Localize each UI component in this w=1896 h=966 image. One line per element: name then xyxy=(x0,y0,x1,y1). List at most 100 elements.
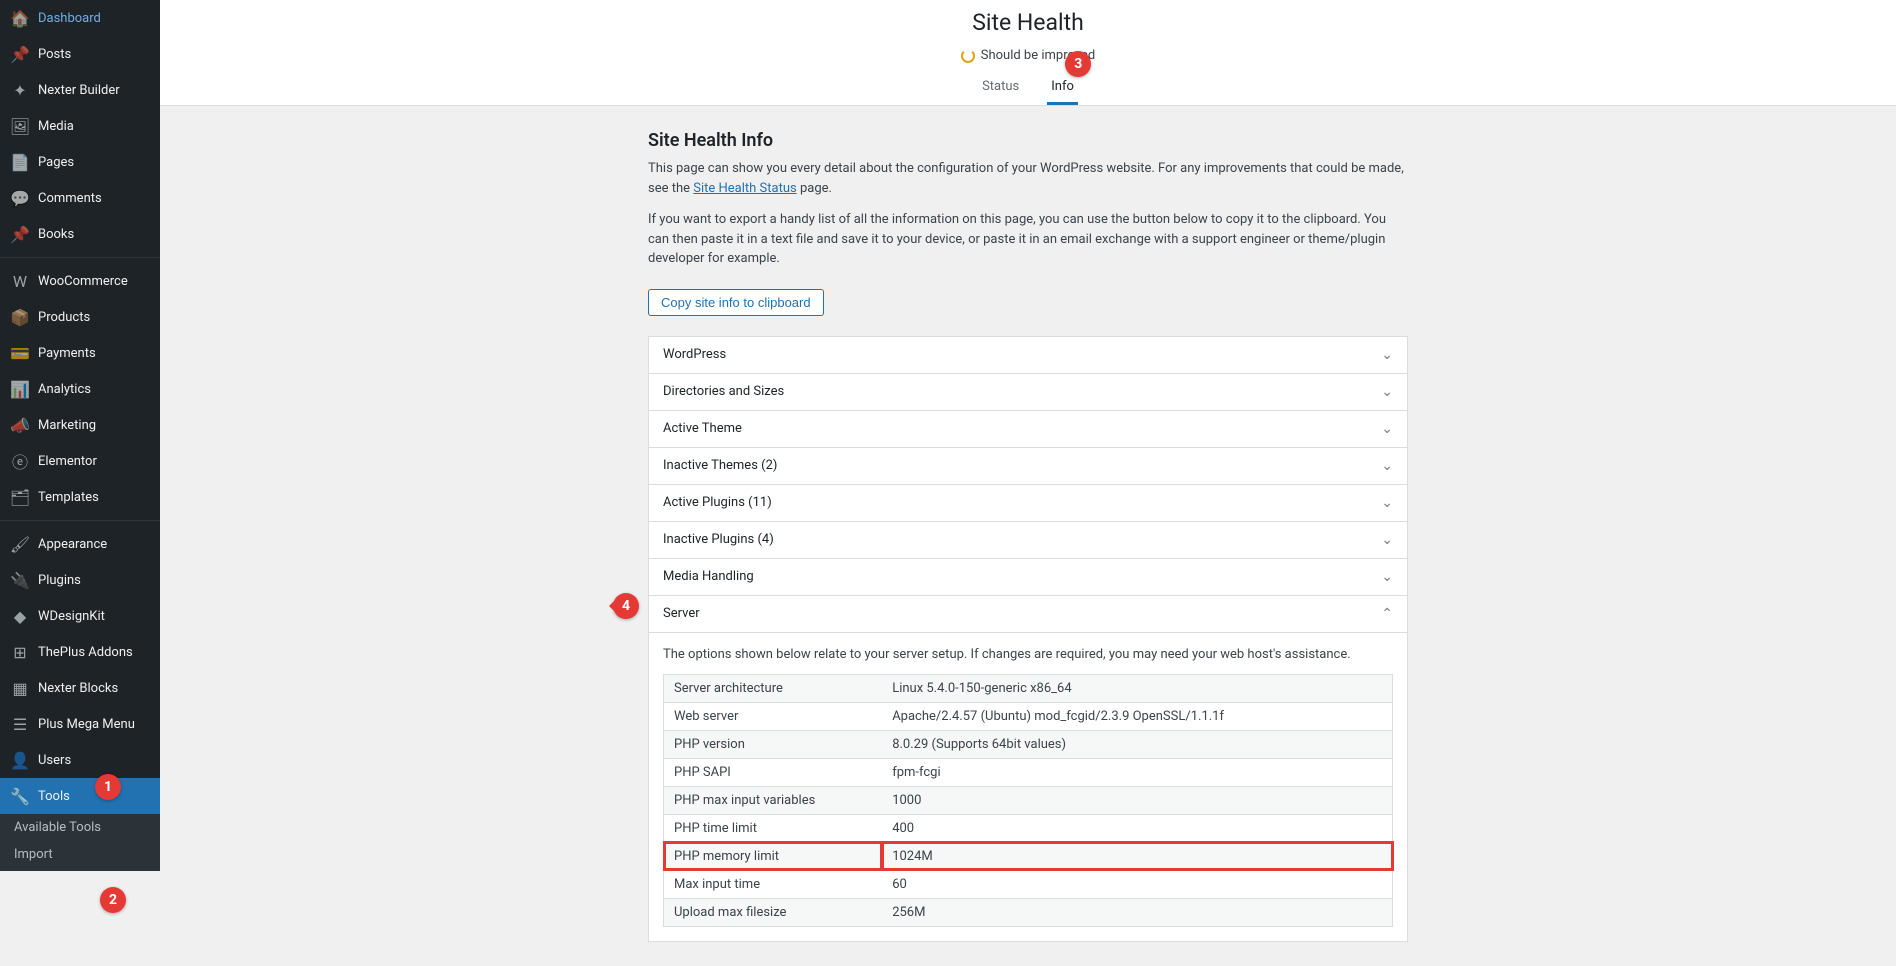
sidebar-item-posts[interactable]: 📌Posts xyxy=(0,36,160,72)
sidebar-item-users[interactable]: 👤Users xyxy=(0,742,160,778)
row-key: Upload max filesize xyxy=(664,898,883,926)
sidebar-item-label: Payments xyxy=(38,346,96,361)
accordion-inactive-themes-2-: Inactive Themes (2)⌄ xyxy=(649,448,1407,485)
tab-status[interactable]: Status xyxy=(978,71,1023,105)
info-heading: Site Health Info xyxy=(648,130,1408,151)
row-value: 400 xyxy=(882,814,1392,842)
submenu-item-import[interactable]: Import xyxy=(0,841,160,868)
chevron-down-icon: ⌄ xyxy=(1381,495,1393,511)
annotation-callout-4: 4 xyxy=(613,593,639,619)
books-icon: 📌 xyxy=(10,224,30,244)
sidebar-item-analytics[interactable]: 📊Analytics xyxy=(0,371,160,407)
row-key: PHP time limit xyxy=(664,814,883,842)
accordion-active-theme: Active Theme ⌄ xyxy=(649,411,1407,448)
chevron-down-icon: ⌄ xyxy=(1381,421,1393,437)
page-title: Site Health xyxy=(160,5,1896,44)
row-key: Server architecture xyxy=(664,674,883,702)
accordion-header[interactable]: Active Theme ⌄ xyxy=(649,411,1407,447)
accordion-label: Active Theme xyxy=(663,421,742,436)
sidebar-item-marketing[interactable]: 📣Marketing xyxy=(0,407,160,443)
pages-icon: 📄 xyxy=(10,152,30,172)
server-description: The options shown below relate to your s… xyxy=(663,647,1393,662)
sidebar-item-label: Templates xyxy=(38,490,99,505)
row-key: PHP memory limit xyxy=(664,842,883,870)
sidebar-item-label: Books xyxy=(38,227,74,242)
sidebar-item-nexter-blocks[interactable]: ▦Nexter Blocks xyxy=(0,670,160,706)
accordion-label: WordPress xyxy=(663,347,726,362)
row-key: PHP SAPI xyxy=(664,758,883,786)
sidebar-item-label: Appearance xyxy=(38,537,107,552)
accordion-header[interactable]: Inactive Themes (2)⌄ xyxy=(649,448,1407,484)
accordion-header[interactable]: WordPress ⌄ xyxy=(649,337,1407,373)
accordion-header[interactable]: Directories and Sizes⌄ xyxy=(649,374,1407,410)
sidebar-item-wdesignkit[interactable]: ◆WDesignKit xyxy=(0,598,160,634)
chevron-down-icon: ⌄ xyxy=(1381,347,1393,363)
submenu-item-available-tools[interactable]: Available Tools xyxy=(0,814,160,841)
site-health-header: Site Health Should be improved Status In… xyxy=(160,0,1896,106)
table-row: PHP SAPIfpm-fcgi xyxy=(664,758,1393,786)
nexter-blocks-icon: ▦ xyxy=(10,678,30,698)
admin-sidebar: 🏠Dashboard📌Posts✦Nexter Builder 🖼 Media 📄 Pa… xyxy=(0,0,160,871)
media-icon: 🖼 xyxy=(10,116,30,136)
sidebar-item-books[interactable]: 📌 Books xyxy=(0,216,160,252)
accordion-body-server: The options shown below relate to your s… xyxy=(649,632,1407,941)
sidebar-item-payments[interactable]: 💳Payments xyxy=(0,335,160,371)
accordion-header[interactable]: Inactive Plugins (4)⌄ xyxy=(649,522,1407,558)
elementor-icon: ⓔ xyxy=(10,451,30,471)
server-info-table: Server architectureLinux 5.4.0-150-gener… xyxy=(663,674,1393,927)
sidebar-item-label: Pages xyxy=(38,155,74,170)
row-key: Max input time xyxy=(664,870,883,898)
sidebar-item-label: Marketing xyxy=(38,418,96,433)
accordion-header[interactable]: Media Handling⌄ xyxy=(649,559,1407,595)
copy-site-info-button[interactable]: Copy site info to clipboard xyxy=(648,289,824,316)
health-tabs: Status Info xyxy=(160,71,1896,105)
sidebar-item-dashboard[interactable]: 🏠Dashboard xyxy=(0,0,160,36)
sidebar-item-appearance[interactable]: 🖌 Appearance xyxy=(0,526,160,562)
plus-mega-menu-icon: ☰ xyxy=(10,714,30,734)
accordion-active-plugins-11-: Active Plugins (11) ⌄ xyxy=(649,485,1407,522)
sidebar-item-label: Tools xyxy=(38,789,70,804)
sidebar-item-woocommerce[interactable]: WWooCommerce xyxy=(0,263,160,299)
accordion-label: Active Plugins (11) xyxy=(663,495,772,510)
chevron-down-icon: ⌄ xyxy=(1381,532,1393,548)
table-row: Max input time60 xyxy=(664,870,1393,898)
sidebar-item-theplus-addons[interactable]: ⊞ThePlus Addons xyxy=(0,634,160,670)
chevron-down-icon: ⌄ xyxy=(1381,569,1393,585)
accordion-label: Server xyxy=(663,606,700,621)
chevron-down-icon: ⌄ xyxy=(1381,384,1393,400)
appearance-icon: 🖌 xyxy=(10,534,30,554)
info-para2: If you want to export a handy list of al… xyxy=(648,210,1408,269)
accordion-directories-and-sizes: Directories and Sizes⌄ xyxy=(649,374,1407,411)
accordion-header[interactable]: Active Plugins (11) ⌄ xyxy=(649,485,1407,521)
sidebar-item-label: WDesignKit xyxy=(38,609,105,624)
row-key: PHP max input variables xyxy=(664,786,883,814)
row-value: fpm-fcgi xyxy=(882,758,1392,786)
comments-icon: 💬 xyxy=(10,188,30,208)
site-health-status-link[interactable]: Site Health Status xyxy=(693,181,796,196)
annotation-callout-1: 1 xyxy=(95,774,121,800)
row-value: 8.0.29 (Supports 64bit values) xyxy=(882,730,1392,758)
sidebar-item-comments[interactable]: 💬Comments xyxy=(0,180,160,216)
row-value: Apache/2.4.57 (Ubuntu) mod_fcgid/2.3.9 O… xyxy=(882,702,1392,730)
sidebar-item-nexter-builder[interactable]: ✦Nexter Builder xyxy=(0,72,160,108)
sidebar-item-pages[interactable]: 📄 Pages xyxy=(0,144,160,180)
sidebar-item-label: Media xyxy=(38,119,74,134)
sidebar-item-plus-mega-menu[interactable]: ☰ Plus Mega Menu xyxy=(0,706,160,742)
users-icon: 👤 xyxy=(10,750,30,770)
sidebar-item-templates[interactable]: 🗂Templates xyxy=(0,479,160,515)
sidebar-item-label: Plus Mega Menu xyxy=(38,717,135,732)
accordion-wordpress: WordPress ⌄ xyxy=(649,337,1407,374)
row-key: Web server xyxy=(664,702,883,730)
accordion-inactive-plugins-4-: Inactive Plugins (4)⌄ xyxy=(649,522,1407,559)
info-para1: This page can show you every detail abou… xyxy=(648,159,1408,198)
sidebar-item-plugins[interactable]: 🔌Plugins xyxy=(0,562,160,598)
plugins-icon: 🔌 xyxy=(10,570,30,590)
sidebar-item-elementor[interactable]: ⓔElementor xyxy=(0,443,160,479)
tools-submenu: Available ToolsImportExportSite HealthEx… xyxy=(0,814,160,871)
sidebar-item-media[interactable]: 🖼 Media xyxy=(0,108,160,144)
accordion-header[interactable]: Server ⌃ xyxy=(649,596,1407,632)
sidebar-item-tools[interactable]: 🔧Tools xyxy=(0,778,160,814)
sidebar-item-label: Products xyxy=(38,310,90,325)
sidebar-item-products[interactable]: 📦Products xyxy=(0,299,160,335)
chevron-up-icon: ⌃ xyxy=(1381,606,1393,622)
